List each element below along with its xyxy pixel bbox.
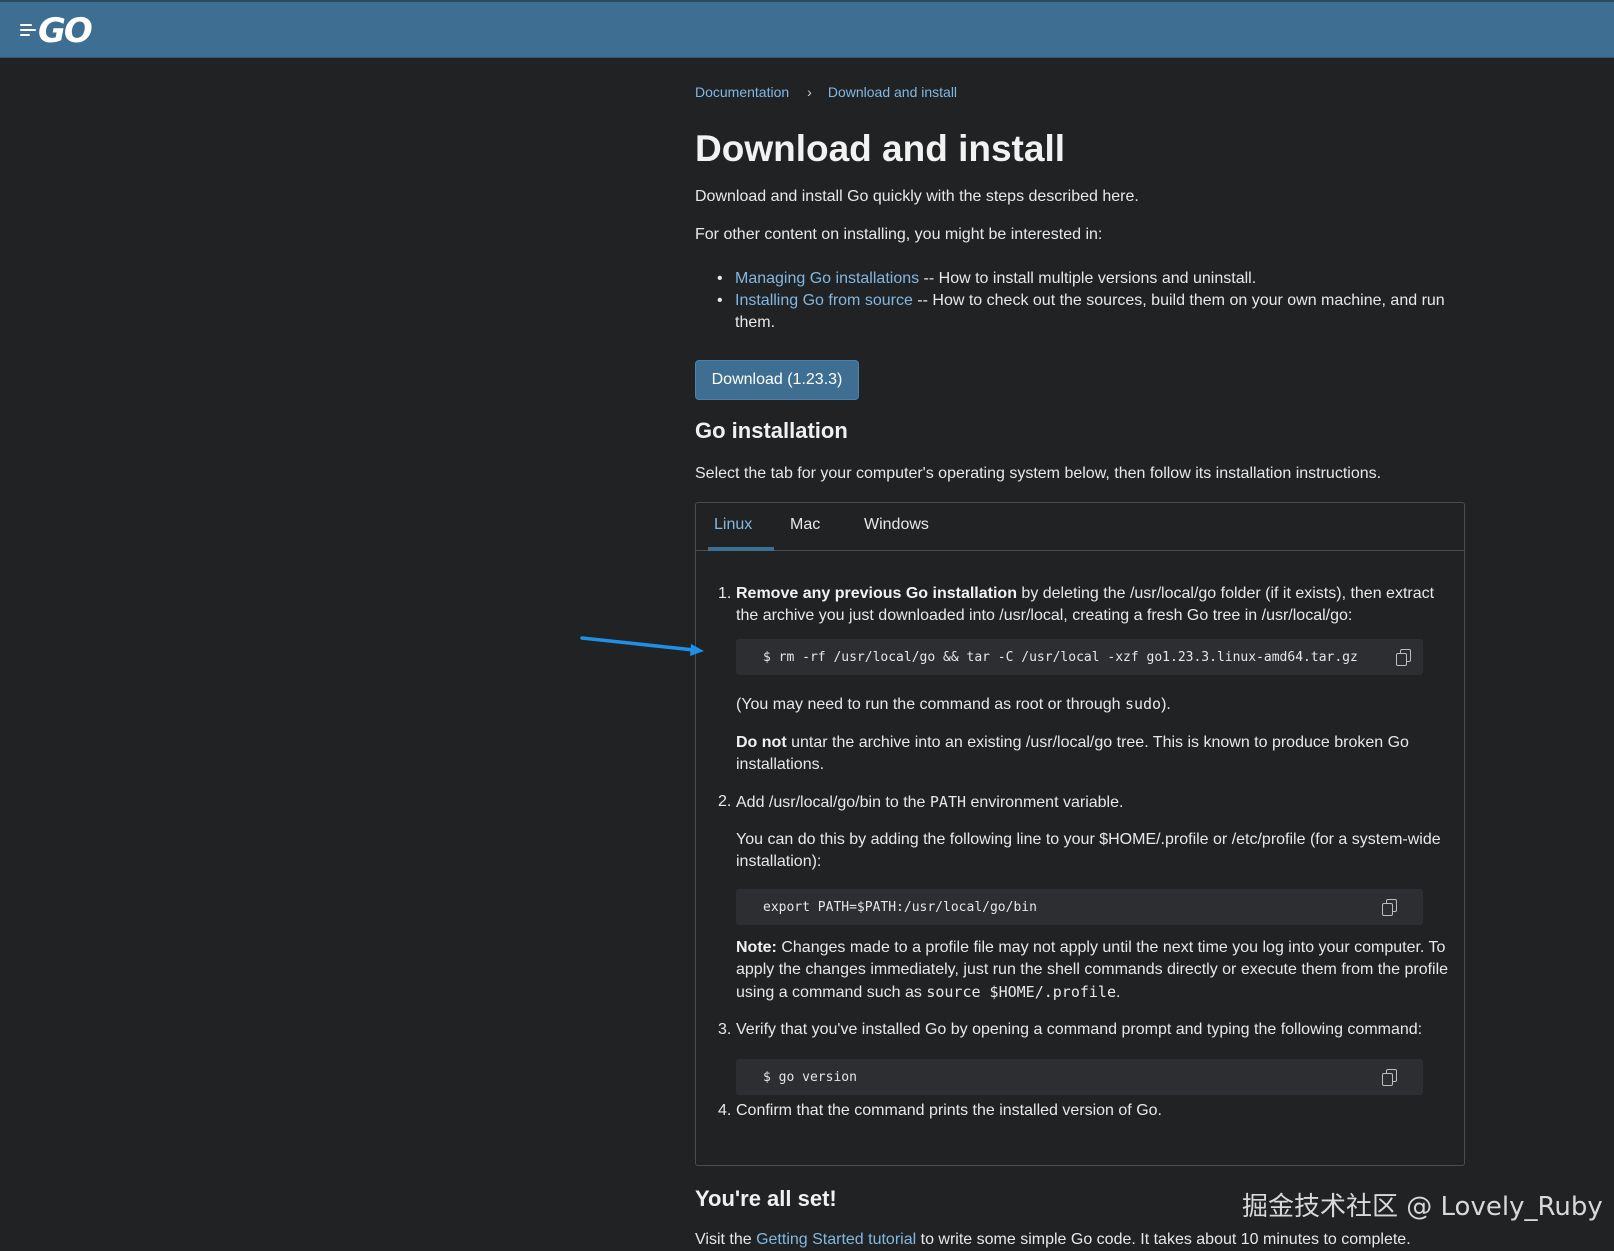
step-4-text: Confirm that the command prints the inst… xyxy=(736,1102,1162,1119)
annotation-arrow-icon xyxy=(580,636,704,656)
download-button[interactable]: Download (1.23.3) xyxy=(695,360,859,400)
managing-go-link[interactable]: Managing Go installations xyxy=(735,270,919,287)
installing-from-source-link[interactable]: Installing Go from source xyxy=(735,292,913,309)
step-1-bold: Remove any previous Go installation xyxy=(736,585,1017,602)
code-block-remove[interactable]: $ rm -rf /usr/local/go && tar -C /usr/lo… xyxy=(736,639,1423,675)
step-2-text: environment variable. xyxy=(966,794,1124,811)
list-item-text: -- How to install multiple versions and … xyxy=(919,270,1257,287)
copy-icon[interactable] xyxy=(1382,899,1397,916)
go-installation-heading: Go installation xyxy=(695,418,848,443)
step-2-desc-text: You can do this by adding the following … xyxy=(736,831,1441,870)
copy-icon[interactable] xyxy=(1396,649,1411,666)
other-content-text: For other content on installing, you mig… xyxy=(695,226,1103,243)
breadcrumb: Documentation › Download and install xyxy=(695,84,957,100)
breadcrumb-documentation[interactable]: Documentation xyxy=(695,84,789,100)
step-1: 1. Remove any previous Go installation b… xyxy=(718,583,1446,627)
list-item: Installing Go from source -- How to chec… xyxy=(717,290,1473,334)
step-number: 4. xyxy=(718,1102,732,1119)
code-block-export-path[interactable]: export PATH=$PATH:/usr/local/go/bin xyxy=(736,889,1423,925)
watermark: 掘金技术社区 @ Lovely_Ruby xyxy=(1242,1192,1603,1222)
top-nav-bar: GO xyxy=(0,0,1614,58)
step-3: 3. Verify that you've installed Go by op… xyxy=(718,1019,1451,1041)
footer-text: Visit the xyxy=(695,1231,757,1248)
step-3-text: Verify that you've installed Go by openi… xyxy=(736,1021,1423,1038)
code-text[interactable]: export PATH=$PATH:/usr/local/go/bin xyxy=(763,900,1037,915)
code-block-go-version[interactable]: $ go version xyxy=(736,1059,1423,1095)
getting-started-link[interactable]: Getting Started tutorial xyxy=(756,1231,916,1248)
getting-started-text: Visit the Getting Started tutorial to wr… xyxy=(695,1229,1411,1251)
all-set-heading: You're all set! xyxy=(695,1186,837,1211)
step-4: 4. Confirm that the command prints the i… xyxy=(718,1100,1451,1122)
list-item: Managing Go installations -- How to inst… xyxy=(717,268,1473,290)
source-profile-code: source $HOME/.profile xyxy=(926,983,1116,1001)
sudo-code: sudo xyxy=(1124,695,1162,713)
step-1-note-sudo: (You may need to run the command as root… xyxy=(736,693,1446,716)
tab-mac[interactable]: Mac xyxy=(790,516,820,534)
logo-text: GO xyxy=(38,11,93,51)
code-text[interactable]: $ rm -rf /usr/local/go && tar -C /usr/lo… xyxy=(763,650,1358,665)
step-2-desc: You can do this by adding the following … xyxy=(736,829,1451,873)
step-2-note: Note: Changes made to a profile file may… xyxy=(736,937,1454,1004)
do-not-bold: Do not xyxy=(736,734,787,751)
step-number: 3. xyxy=(718,1021,732,1038)
section-intro-text: Select the tab for your computer's opera… xyxy=(695,465,1382,482)
step-2: 2. Add /usr/local/go/bin to the PATH env… xyxy=(718,791,1446,814)
page-title: Download and install xyxy=(695,128,1066,169)
note-text: ). xyxy=(1161,696,1171,713)
chevron-right-icon: › xyxy=(807,84,812,100)
warning-text: untar the archive into an existing /usr/… xyxy=(736,734,1409,773)
tab-linux[interactable]: Linux xyxy=(714,516,752,534)
logo-speed-lines xyxy=(20,24,36,36)
note-text: . xyxy=(1115,984,1121,1001)
step-2-text: Add /usr/local/go/bin to the xyxy=(736,794,930,811)
os-tabs: Linux Mac Windows xyxy=(696,503,1464,551)
intro-text: Download and install Go quickly with the… xyxy=(695,188,1139,205)
step-number: 1. xyxy=(718,585,732,602)
os-tab-panel: Linux Mac Windows 1. Remove any previous… xyxy=(695,502,1465,1166)
note-bold: Note: xyxy=(736,939,777,956)
tab-windows[interactable]: Windows xyxy=(864,516,929,534)
related-links-list: Managing Go installations -- How to inst… xyxy=(717,268,1473,334)
breadcrumb-download-install[interactable]: Download and install xyxy=(828,84,957,100)
footer-text: to write some simple Go code. It takes a… xyxy=(916,1231,1411,1248)
note-text: (You may need to run the command as root… xyxy=(736,696,1125,713)
go-logo[interactable]: GO xyxy=(20,14,106,48)
copy-icon[interactable] xyxy=(1382,1069,1397,1086)
step-number: 2. xyxy=(718,793,732,810)
code-text[interactable]: $ go version xyxy=(763,1070,857,1085)
active-tab-indicator xyxy=(708,547,774,551)
path-code: PATH xyxy=(929,793,967,811)
step-1-note-warning: Do not untar the archive into an existin… xyxy=(736,732,1436,776)
